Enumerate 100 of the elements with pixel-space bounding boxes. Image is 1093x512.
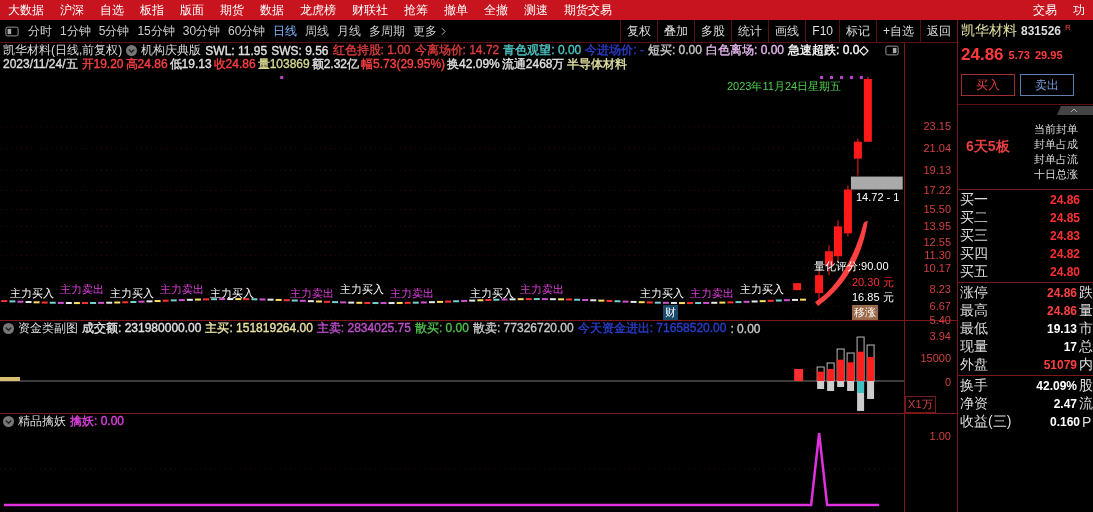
fund-bar (816, 366, 825, 389)
signal-label: 主力买入 (470, 287, 514, 300)
period-tab[interactable]: 30分钟 (178, 22, 225, 40)
indicator-value: 白色离场: 0.00 (705, 42, 784, 59)
price-label: 16.85 元 (852, 290, 894, 305)
indicator-value: 成交额: 231980000.00 (82, 320, 202, 337)
stat-label: 总 (1079, 338, 1093, 356)
indicator-value: 今天资金进出: 71658520.00 (577, 320, 727, 337)
axis-label: 10.17 (923, 262, 951, 274)
period-tab[interactable]: 15分钟 (133, 22, 179, 40)
seal-info-label: 十日总涨 (1034, 167, 1078, 182)
bid-label: 买五 (959, 263, 989, 281)
quote-value: 换42.09% (447, 56, 500, 73)
unit-label: X1万 (905, 396, 936, 413)
menu-item[interactable]: 测速 (516, 1, 556, 19)
stat-label: 股 (1079, 377, 1093, 395)
menu-item[interactable]: 数据 (252, 1, 292, 19)
period-tab[interactable]: 60分钟 (224, 22, 270, 40)
indicator-value: 主卖: 2834025.75 (316, 320, 411, 337)
fund-bar (836, 348, 845, 387)
menu-item[interactable]: 沪深 (52, 1, 92, 19)
indicator-value: 短买: 0.00 (647, 42, 702, 59)
period-tab[interactable]: 5分钟 (94, 22, 134, 40)
stat-label: 收益(三) (959, 413, 1013, 431)
trade-button[interactable]: 买入 (961, 74, 1015, 96)
menu-item[interactable]: 交易 (1025, 1, 1065, 19)
stat-label: 净资 (959, 395, 989, 413)
menu-item[interactable]: 板指 (132, 1, 172, 19)
menu-item[interactable]: 财联社 (344, 1, 396, 19)
menu-item[interactable]: 龙虎榜 (292, 1, 344, 19)
seal-info-label: 封单占流 (1034, 152, 1078, 167)
dropdown-icon[interactable] (3, 323, 14, 334)
menu-item[interactable]: 全撤 (476, 1, 516, 19)
indicator-value: 擒妖: 0.00 (70, 413, 125, 430)
stat-value: 0.160 (1048, 415, 1080, 429)
trade-button[interactable]: 卖出 (1020, 74, 1074, 96)
axis-label: 21.04 (923, 142, 951, 154)
stat-label: 最低 (959, 320, 989, 338)
stat-label: P (1082, 414, 1092, 430)
stat-label: 内 (1079, 356, 1093, 374)
period-tab[interactable]: 多周期 (365, 22, 410, 40)
dropdown-icon[interactable] (126, 45, 138, 56)
quote-date: 2023/11/24/五 (3, 57, 78, 73)
percent-change: 29.95 (1034, 49, 1063, 61)
axis-label: 13.95 (923, 220, 951, 232)
bid-label: 买三 (959, 227, 989, 245)
menu-item[interactable]: 期货 (212, 1, 252, 19)
event-tag: 财 (663, 305, 678, 320)
panel-toggle-icon[interactable] (885, 45, 900, 56)
seal-info-label: 封单占成 (1034, 137, 1078, 152)
stat-value: 24.86 (1045, 304, 1077, 318)
bid-price: 24.86 (1048, 193, 1080, 207)
axis-label: 17.22 (923, 184, 951, 196)
price-change: 5.73 (1008, 49, 1030, 61)
fund-bar (866, 344, 875, 399)
quote-value: 额2.32亿 (311, 56, 360, 73)
period-tab[interactable]: 更多 (409, 22, 442, 40)
menu-item[interactable]: 期货交易 (556, 1, 620, 19)
chart-title: 资金类副图 (18, 320, 78, 337)
stat-label: 流 (1079, 395, 1093, 413)
range-label: 14.72 - 1 (856, 191, 900, 203)
stat-value: 42.09% (1035, 379, 1077, 393)
menu-item[interactable]: 功 (1065, 1, 1093, 19)
fund-bar (0, 377, 20, 381)
signal-label: 主力卖出 (520, 283, 564, 296)
stat-label: 市 (1079, 320, 1093, 338)
bid-label: 买二 (959, 209, 989, 227)
menu-item[interactable]: 抢筹 (396, 1, 436, 19)
menu-item[interactable]: 版面 (172, 1, 212, 19)
signal-label: 主力买入 (210, 287, 254, 300)
stat-label: 外盘 (959, 356, 989, 374)
period-tab[interactable]: 1分钟 (56, 22, 95, 40)
dropdown-icon[interactable] (3, 416, 14, 427)
signal-label: 主力买入 (640, 287, 684, 300)
bid-price: 24.83 (1048, 229, 1080, 243)
chevron-right-icon[interactable] (441, 26, 447, 36)
indicator-value: SWL: 11.95 (205, 43, 268, 58)
quote-value: 低19.13 (169, 56, 212, 73)
axis-label: 15000 (920, 352, 951, 364)
menu-item[interactable]: 撤单 (436, 1, 476, 19)
panel-toggle-icon[interactable] (5, 25, 19, 37)
period-tab[interactable]: 月线 (333, 22, 366, 40)
signal-label: 主力卖出 (60, 283, 104, 296)
menu-item[interactable]: 大数据 (0, 1, 52, 19)
quote-value: 高24.86 (125, 56, 168, 73)
indicator-value: 青色观望: 0.00 (503, 42, 582, 58)
stat-value: 51079 (1042, 358, 1077, 372)
stat-label: 换手 (959, 377, 989, 395)
chart-title: 凯华材料(日线,前复权) (3, 42, 123, 58)
period-tab[interactable]: 分时 (24, 22, 56, 40)
market-label: R (1065, 23, 1071, 32)
last-price: 24.86 (961, 45, 1004, 65)
period-tab[interactable]: 周线 (301, 22, 334, 40)
fund-bar (826, 362, 835, 391)
candle (843, 185, 852, 237)
period-tab[interactable]: 日线 (269, 22, 302, 40)
indicator-value: 主买: 151819264.00 (205, 320, 313, 337)
axis-label: 23.15 (923, 120, 951, 132)
menu-item[interactable]: 自选 (92, 1, 132, 19)
axis-label: 6.67 (929, 300, 951, 312)
